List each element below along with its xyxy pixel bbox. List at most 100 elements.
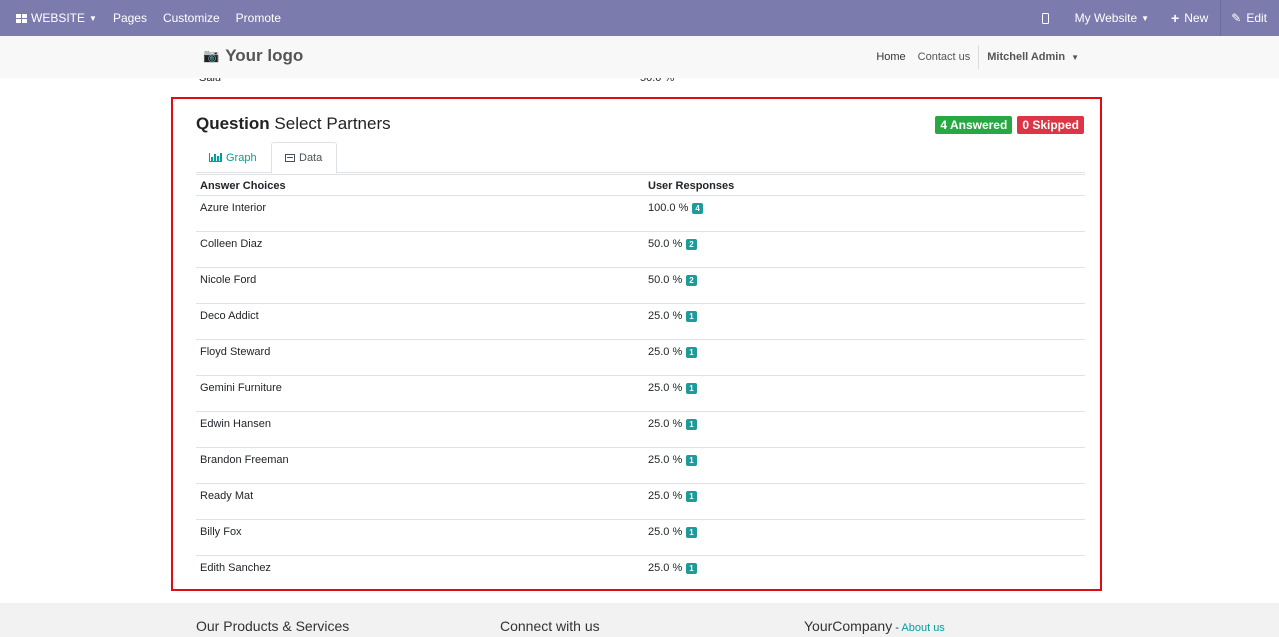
caret-down-icon: ▼ [1141,13,1150,23]
table-row: Floyd Steward 25.0 % 1 [196,340,1085,376]
footer-company-separator: - [892,622,902,634]
edit-label: Edit [1246,11,1267,25]
my-website-dropdown[interactable]: My Website ▼ [1067,0,1157,36]
table-row: Edith Sanchez 25.0 % 1 [196,556,1085,592]
response-percent: 25.0 % [648,418,683,430]
main-nav-overlay: Home Contact us Mitchell Admin ▼ [870,36,1079,78]
mobile-phone-icon [1041,12,1049,24]
new-label: New [1184,11,1209,25]
answer-choice: Brandon Freeman [200,454,289,466]
footer-products-heading: Our Products & Services [196,618,350,634]
tab-data-label: Data [299,152,323,164]
question-text: Select Partners [274,114,391,133]
response-percent: 25.0 % [648,346,683,358]
user-response: 25.0 % 1 [648,490,697,502]
response-count-badge: 1 [686,346,697,358]
table-row: Gemini Furniture 25.0 % 1 [196,376,1085,412]
user-response: 50.0 % 2 [648,274,697,286]
caret-down-icon: ▼ [1071,52,1079,62]
pencil-icon: ✎ [1231,11,1242,25]
tab-data[interactable]: Data [271,142,337,174]
website-menu-label: WEBSITE [31,11,86,25]
response-percent: 100.0 % [648,202,689,214]
answer-choice: Edith Sanchez [200,562,271,574]
user-response: 100.0 % 4 [648,202,703,214]
website-admin-bar: WEBSITE ▼ Pages Customize Promote My Web… [0,0,1279,36]
response-count-badge: 1 [686,490,697,502]
header-answer-choices: Answer Choices [200,180,286,192]
plus-icon: + [1171,10,1180,26]
customize-menu[interactable]: Customize [155,0,228,36]
response-count-badge: 1 [686,562,697,574]
user-response: 25.0 % 1 [648,418,697,430]
response-count-badge: 1 [686,454,697,466]
mobile-preview-button[interactable] [1032,0,1067,36]
response-percent: 25.0 % [648,526,683,538]
answer-choice: Nicole Ford [200,274,257,286]
site-footer: Our Products & Services Connect with us … [0,603,1279,637]
table-row: Colleen Diaz 50.0 % 2 [196,232,1085,268]
table-row: Deco Addict 25.0 % 1 [196,304,1085,340]
edit-button[interactable]: ✎ Edit [1220,0,1279,36]
bar-chart-icon [209,153,222,162]
response-percent: 25.0 % [648,490,683,502]
user-response: 25.0 % 1 [648,310,697,322]
answer-choice: Gemini Furniture [200,382,282,394]
table-row: Nicole Ford 50.0 % 2 [196,268,1085,304]
user-name-overlay: Mitchell Admin [987,51,1066,63]
response-percent: 50.0 % [648,238,683,250]
response-percent: 25.0 % [648,310,683,322]
response-count-badge: 1 [686,310,697,322]
response-count-badge: 2 [686,274,697,286]
question-title: Question Select Partners [196,114,391,134]
header-user-responses: User Responses [648,180,735,192]
table-row: Billy Fox 25.0 % 1 [196,520,1085,556]
responses-table: Answer Choices User Responses Azure Inte… [196,174,1085,592]
question-section: Question Select Partners 4 Answered 0 Sk… [171,97,1102,591]
header-overlay: 📷 Your logo Home Contact us Mitchell Adm… [0,36,1279,78]
new-content-button[interactable]: + New [1157,0,1220,36]
tab-graph[interactable]: Graph [196,142,270,173]
response-percent: 25.0 % [648,382,683,394]
footer-company: YourCompany - About us [804,618,945,634]
answer-choice: Azure Interior [200,202,267,214]
table-row: Azure Interior 100.0 % 4 [196,196,1085,232]
answer-choice: Edwin Hansen [200,418,271,430]
user-response: 25.0 % 1 [648,526,697,538]
question-label: Question [196,114,270,133]
response-count-badge: 1 [686,382,697,394]
table-row: Edwin Hansen 25.0 % 1 [196,412,1085,448]
response-count-badge: 4 [692,202,703,214]
camera-icon: 📷 [203,48,220,63]
answer-choice: Billy Fox [200,526,242,538]
answer-choice: Floyd Steward [200,346,271,358]
promote-menu[interactable]: Promote [228,0,289,36]
logo-text-overlay: Your logo [225,46,304,65]
pages-menu[interactable]: Pages [105,0,155,36]
response-count-badge: 2 [686,238,697,250]
table-row: Brandon Freeman 25.0 % 1 [196,448,1085,484]
nav-contact-us-overlay[interactable]: Contact us [912,51,977,63]
apps-grid-icon [16,13,27,23]
user-response: 25.0 % 1 [648,382,697,394]
answer-choice: Colleen Diaz [200,238,263,250]
user-response: 50.0 % 2 [648,238,697,250]
skipped-badge: 0 Skipped [1017,116,1084,134]
user-menu-overlay[interactable]: Mitchell Admin ▼ [981,51,1079,63]
user-response: 25.0 % 1 [648,562,697,574]
website-menu[interactable]: WEBSITE ▼ [8,0,105,36]
table-list-icon [285,154,295,162]
footer-about-link[interactable]: About us [901,622,944,634]
site-logo-overlay[interactable]: 📷 Your logo [203,46,303,66]
result-tabs: Graph Data [196,142,1085,174]
footer-connect-heading: Connect with us [500,618,600,634]
response-percent: 50.0 % [648,274,683,286]
question-stats: 4 Answered 0 Skipped [935,116,1084,134]
footer-company-name: YourCompany [804,618,893,634]
nav-home-overlay[interactable]: Home [870,51,911,63]
my-website-label: My Website [1074,11,1138,25]
tab-graph-label: Graph [226,151,257,164]
answer-choice: Deco Addict [200,310,259,322]
table-row: Ready Mat 25.0 % 1 [196,484,1085,520]
user-response: 25.0 % 1 [648,454,697,466]
